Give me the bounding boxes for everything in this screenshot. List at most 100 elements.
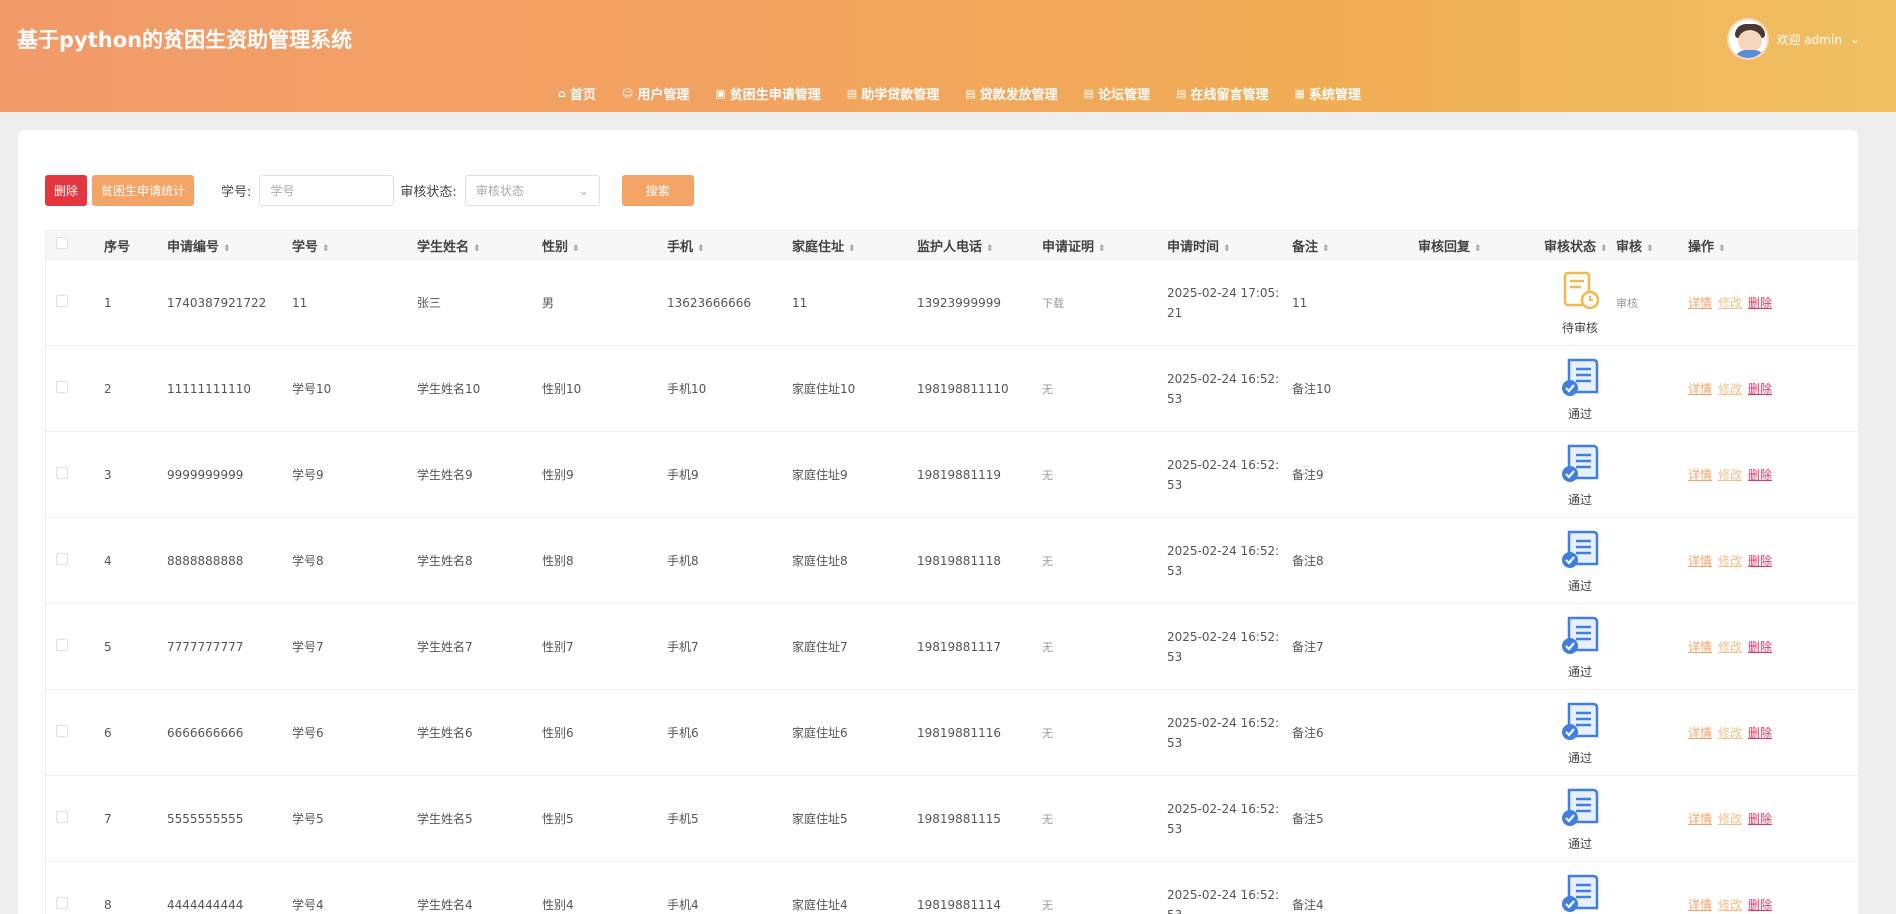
column-header-label: 监护人电话 — [917, 239, 983, 255]
edit-link[interactable]: 修改 — [1718, 552, 1742, 569]
sort-icon[interactable]: ⬍ — [322, 244, 330, 254]
row-checkbox[interactable] — [46, 295, 104, 310]
sort-icon[interactable]: ⬍ — [697, 244, 705, 254]
nav-item-7[interactable]: ▤ 在线留言管理 — [1163, 84, 1281, 103]
column-header[interactable]: 审核回复 ⬍ — [1418, 236, 1544, 255]
delete-link[interactable]: 删除 — [1748, 552, 1772, 569]
delete-link[interactable]: 删除 — [1748, 638, 1772, 655]
table-row[interactable]: 7 5555555555 学号5 学生姓名5 性别5 手机5 家庭住址5 1981988111… — [45, 776, 1859, 862]
cell-app_id: 9999999999 — [167, 468, 292, 482]
delete-link[interactable]: 删除 — [1748, 380, 1772, 397]
table-row[interactable]: 4 8888888888 学号8 学生姓名8 性别8 手机8 家庭住址8 1981988111… — [45, 518, 1859, 604]
nav-item-2[interactable]: ☺ 用户管理 — [609, 84, 702, 103]
column-header[interactable]: 序号 — [104, 236, 167, 255]
table-row[interactable]: 6 6666666666 学号6 学生姓名6 性别6 手机6 家庭住址6 1981988111… — [45, 690, 1859, 776]
detail-link[interactable]: 详情 — [1688, 380, 1712, 397]
table-row[interactable]: 2 11111111110 学号10 学生姓名10 性别10 手机10 家庭住址10 1981… — [45, 346, 1859, 432]
status-select[interactable]: 审核状态 ⌄ — [464, 175, 600, 206]
sort-icon[interactable]: ⬍ — [1474, 244, 1482, 254]
row-checkbox[interactable] — [46, 811, 104, 826]
row-checkbox[interactable] — [46, 553, 104, 568]
row-checkbox[interactable] — [46, 467, 104, 482]
edit-link[interactable]: 修改 — [1718, 896, 1742, 913]
edit-link[interactable]: 修改 — [1718, 466, 1742, 483]
detail-link[interactable]: 详情 — [1688, 552, 1712, 569]
edit-link[interactable]: 修改 — [1718, 724, 1742, 741]
cell-text: 手机6 — [667, 726, 699, 740]
row-checkbox[interactable] — [46, 725, 104, 740]
delete-link[interactable]: 删除 — [1748, 294, 1772, 311]
sort-icon[interactable]: ⬍ — [1322, 244, 1330, 254]
edit-link[interactable]: 修改 — [1718, 810, 1742, 827]
column-header[interactable]: 家庭住址 ⬍ — [792, 236, 917, 255]
edit-link[interactable]: 修改 — [1718, 380, 1742, 397]
cell-remark: 备注8 — [1292, 552, 1418, 569]
table-row[interactable]: 8 4444444444 学号4 学生姓名4 性别4 手机4 家庭住址4 1981988111… — [45, 862, 1859, 914]
sort-icon[interactable]: ⬍ — [223, 244, 231, 254]
detail-link[interactable]: 详情 — [1688, 466, 1712, 483]
column-header[interactable]: 手机 ⬍ — [667, 236, 792, 255]
sort-icon[interactable]: ⬍ — [473, 244, 481, 254]
cell-text[interactable]: 审核 — [1616, 297, 1638, 310]
row-checkbox[interactable] — [46, 381, 104, 396]
edit-link[interactable]: 修改 — [1718, 294, 1742, 311]
select-all-checkbox[interactable] — [46, 237, 104, 253]
nav-item-8[interactable]: ▦ 系统管理 — [1281, 84, 1373, 103]
row-checkbox[interactable] — [46, 639, 104, 654]
status-text: 通过 — [1567, 492, 1592, 507]
column-header[interactable]: 申请编号 ⬍ — [167, 236, 292, 255]
nav-item-5[interactable]: ▤ 贷款发放管理 — [952, 84, 1070, 103]
sort-icon[interactable]: ⬍ — [1098, 244, 1106, 254]
stats-button[interactable]: 贫困生申请统计 — [92, 175, 195, 206]
cell-address: 11 — [792, 296, 917, 310]
column-header[interactable]: 审核 ⬍ — [1616, 236, 1688, 255]
table-row[interactable]: 1 1740387921722 11 张三 男 13623666666 11 13923999… — [45, 260, 1859, 346]
table-row[interactable]: 3 9999999999 学号9 学生姓名9 性别9 手机9 家庭住址9 1981988111… — [45, 432, 1859, 518]
sort-icon[interactable]: ⬍ — [1223, 244, 1231, 254]
column-header[interactable]: 性别 ⬍ — [542, 236, 667, 255]
delete-link[interactable]: 删除 — [1748, 466, 1772, 483]
table-row[interactable]: 5 7777777777 学号7 学生姓名7 性别7 手机7 家庭住址7 1981988111… — [45, 604, 1859, 690]
detail-link[interactable]: 详情 — [1688, 724, 1712, 741]
detail-link[interactable]: 详情 — [1688, 294, 1712, 311]
delete-button[interactable]: 删除 — [45, 175, 88, 206]
delete-link[interactable]: 删除 — [1748, 810, 1772, 827]
detail-link[interactable]: 详情 — [1688, 810, 1712, 827]
nav-item-6[interactable]: ▤ 论坛管理 — [1071, 84, 1163, 103]
sort-icon[interactable]: ⬍ — [986, 244, 994, 254]
cell-app_id: 1740387921722 — [167, 296, 292, 310]
cell-remark: 备注6 — [1292, 724, 1418, 741]
column-header[interactable]: 监护人电话 ⬍ — [917, 236, 1042, 255]
column-header[interactable]: 操作 ⬍ — [1688, 236, 1785, 255]
nav-item-3[interactable]: ▣ 贫困生申请管理 — [702, 84, 833, 103]
column-header[interactable]: 备注 ⬍ — [1292, 236, 1418, 255]
user-menu[interactable]: 欢迎 admin ⌄ — [1726, 18, 1860, 60]
cell-status: 通过 — [1544, 442, 1616, 508]
sort-icon[interactable]: ⬍ — [1646, 244, 1654, 254]
search-button[interactable]: 搜索 — [621, 175, 694, 206]
edit-link[interactable]: 修改 — [1718, 638, 1742, 655]
detail-link[interactable]: 详情 — [1688, 638, 1712, 655]
cell-text: 3 — [104, 467, 112, 482]
column-header[interactable]: 申请时间 ⬍ — [1167, 236, 1292, 255]
nav-item-4[interactable]: ▤ 助学贷款管理 — [834, 84, 952, 103]
cell-text: 学号4 — [292, 898, 324, 912]
column-header[interactable]: 申请证明 ⬍ — [1042, 236, 1167, 255]
top-nav: ⌂ 首页 ☺ 用户管理 ▣ 贫困生申请管理 ▤ 助学贷款管理 ▤ 贷款发放管理 ▤ 论坛管理 ▤ 在线留言… — [545, 84, 1374, 103]
sort-icon[interactable]: ⬍ — [1718, 244, 1726, 254]
row-checkbox[interactable] — [46, 897, 104, 912]
download-link[interactable]: 下载 — [1042, 297, 1064, 310]
sort-icon[interactable]: ⬍ — [572, 244, 580, 254]
cell-text: 9999999999 — [167, 467, 244, 482]
detail-link[interactable]: 详情 — [1688, 896, 1712, 913]
delete-link[interactable]: 删除 — [1748, 724, 1772, 741]
sort-icon[interactable]: ⬍ — [848, 244, 856, 254]
column-header[interactable]: 学号 ⬍ — [292, 236, 417, 255]
nav-item-1[interactable]: ⌂ 首页 — [545, 84, 609, 103]
column-header[interactable]: 审核状态 ⬍ — [1544, 236, 1616, 255]
delete-link[interactable]: 删除 — [1748, 896, 1772, 913]
student-id-input[interactable]: 学号 — [259, 175, 395, 206]
column-header[interactable]: 学生姓名 ⬍ — [417, 236, 542, 255]
sort-icon[interactable]: ⬍ — [1600, 244, 1608, 254]
avatar[interactable] — [1726, 18, 1769, 60]
